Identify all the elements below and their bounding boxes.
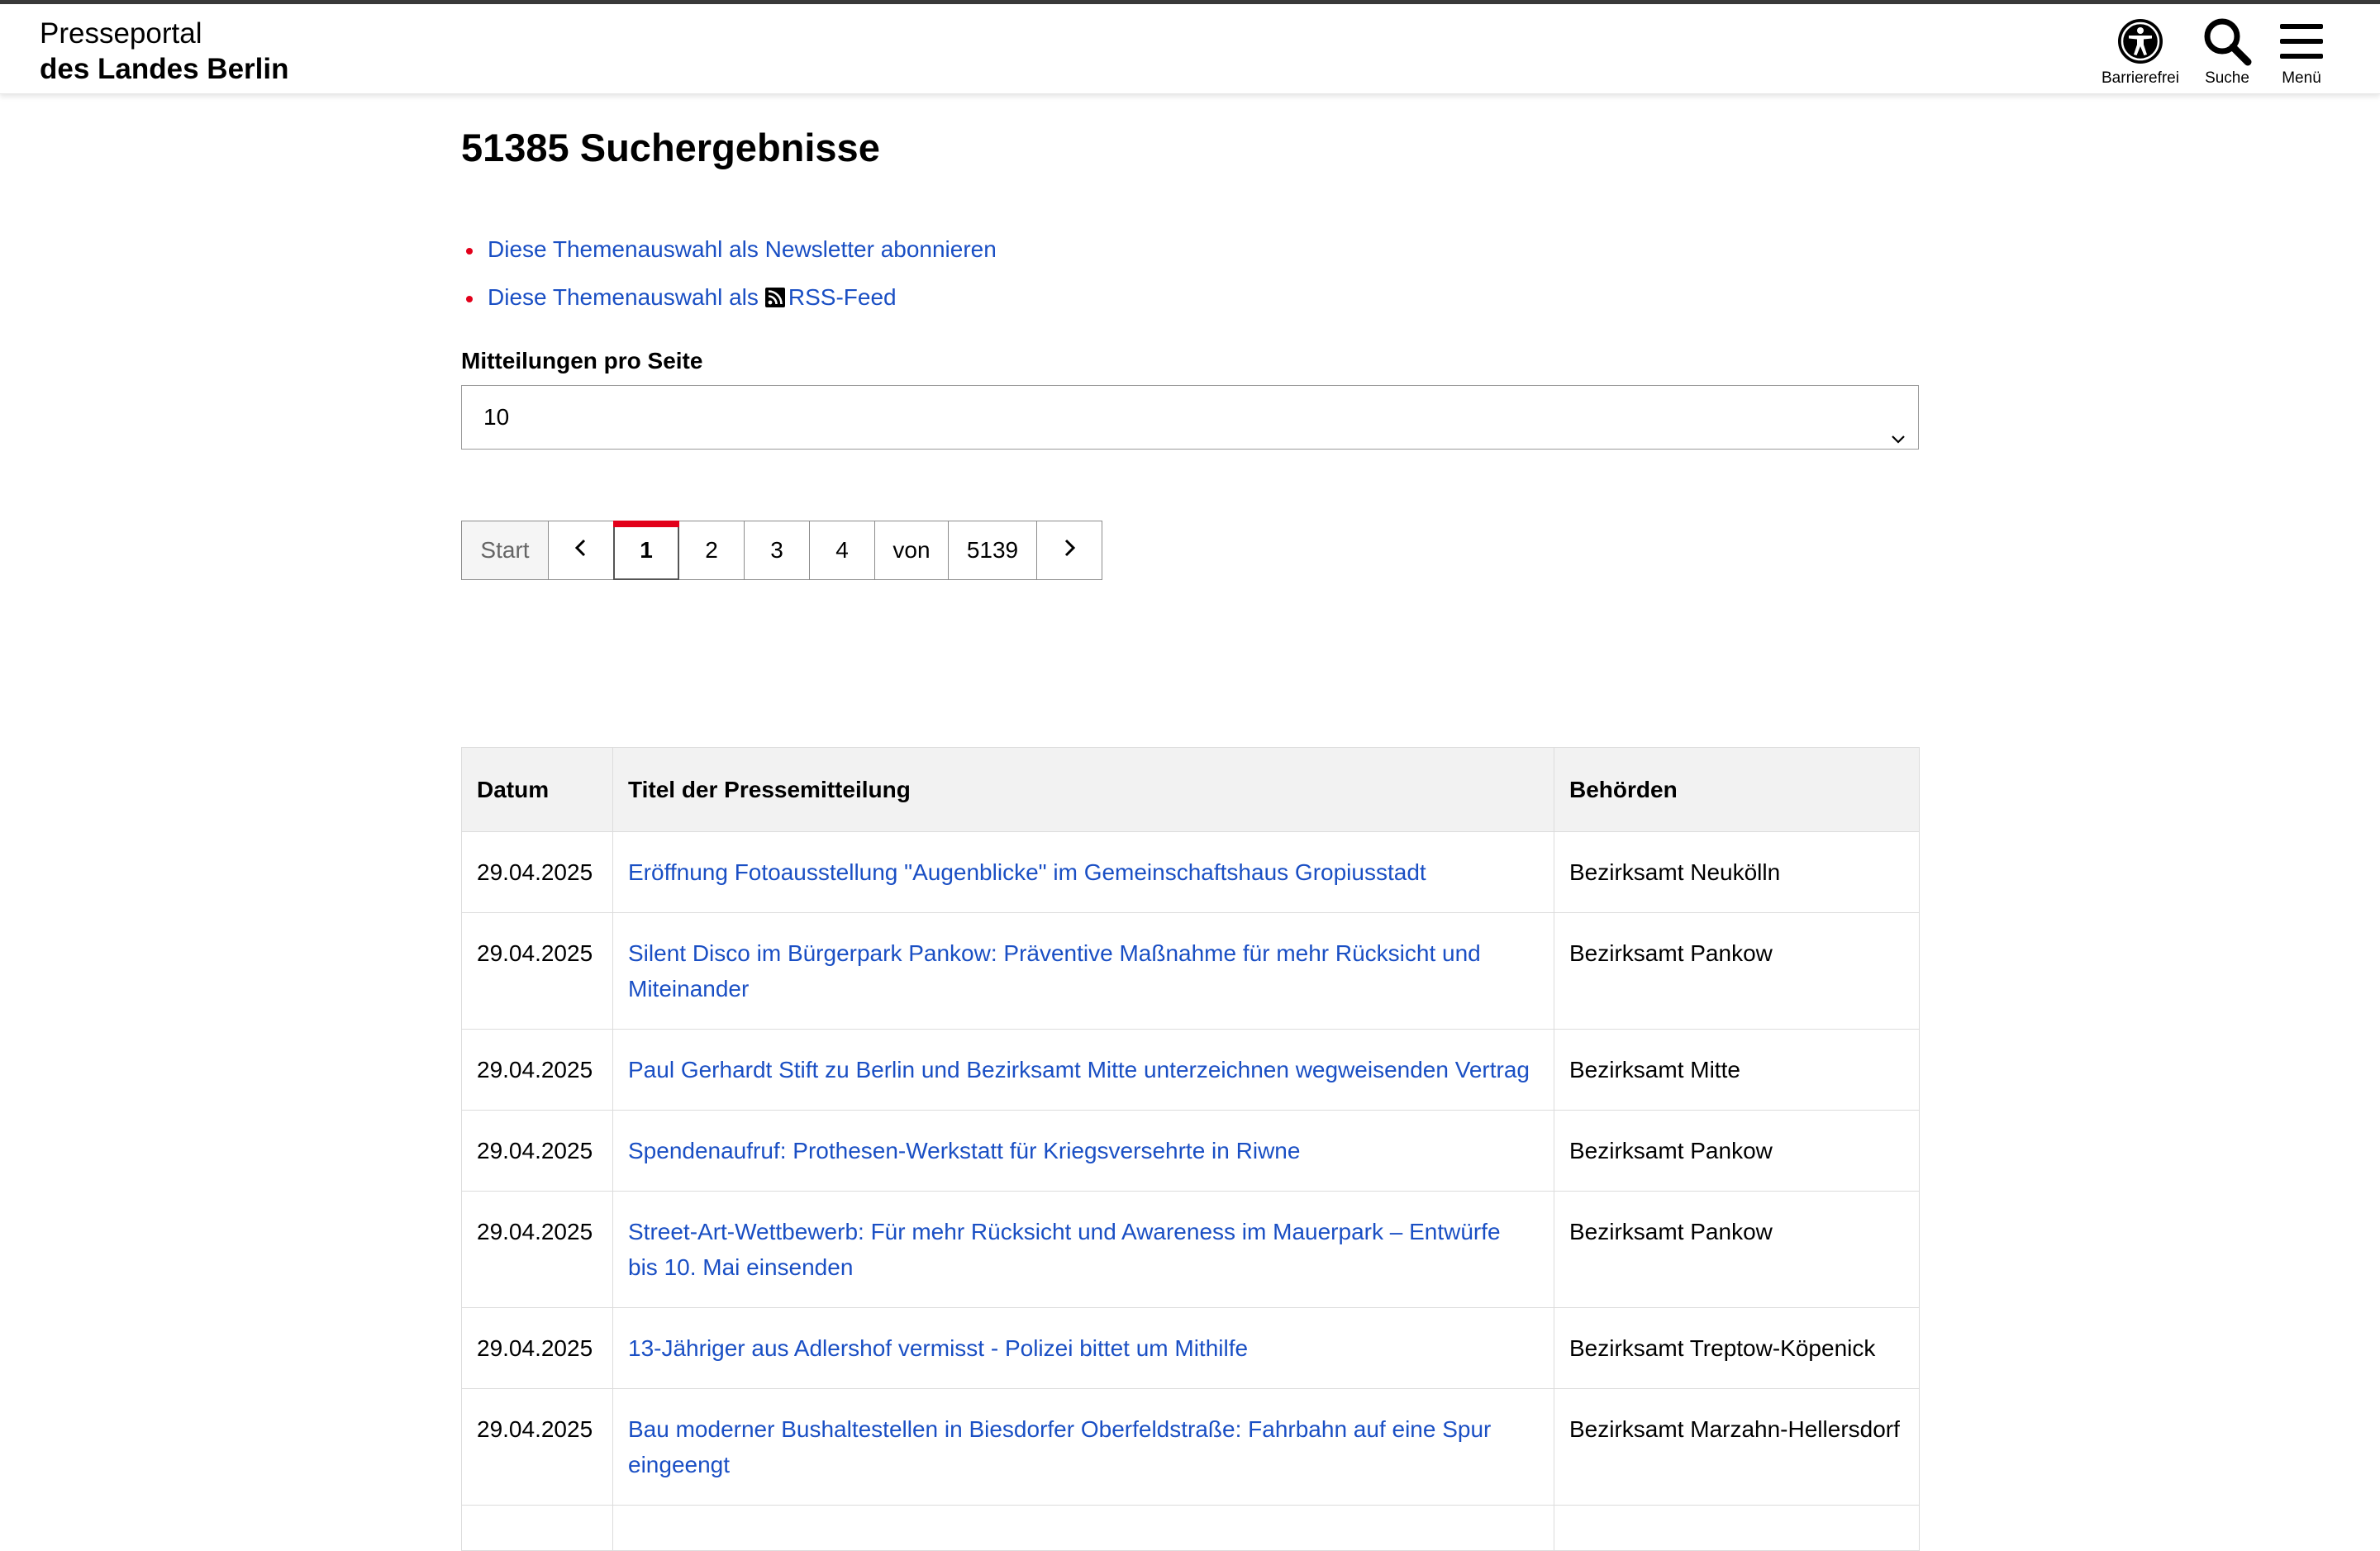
pagination-prev-button[interactable]: [548, 521, 614, 580]
row-title-cell: Bau moderner Bushaltestellen in Biesdorf…: [613, 1389, 1554, 1506]
row-office: Bezirksamt Mitte: [1554, 1030, 1920, 1111]
row-office: Bezirksamt Pankow: [1554, 1192, 1920, 1308]
rss-link-label: RSS-Feed: [788, 284, 897, 310]
row-date: 29.04.2025: [462, 1192, 613, 1308]
header-datum: Datum: [462, 748, 613, 832]
table-row: 29.04.2025 13-Jähriger aus Adlershof ver…: [462, 1308, 1920, 1389]
per-page-selected-value: 10: [483, 404, 509, 430]
pagination-page-1[interactable]: 1: [613, 521, 679, 580]
row-title-cell: Spendenaufruf: Prothesen-Werkstatt für K…: [613, 1111, 1554, 1192]
row-date: 29.04.2025: [462, 1389, 613, 1506]
row-title-cell: Street-Art-Wettbewerb: Für mehr Rücksich…: [613, 1192, 1554, 1308]
pagination-page-2[interactable]: 2: [678, 521, 745, 580]
table-row: 29.04.2025 Eröffnung Fotoausstellung "Au…: [462, 832, 1920, 913]
search-button[interactable]: Suche: [2186, 16, 2268, 88]
row-date: 29.04.2025: [462, 1111, 613, 1192]
page-title: 51385 Suchergebnisse: [461, 125, 880, 170]
logo-line-des-landes-berlin: des Landes Berlin: [40, 51, 288, 87]
accessibility-button[interactable]: Barrierefrei: [2095, 16, 2186, 88]
rss-feed-link[interactable]: Diese Themenauswahl als RSS-Feed: [488, 284, 897, 310]
chevron-right-icon: [1061, 537, 1078, 564]
row-office: [1554, 1506, 1920, 1551]
row-office: Bezirksamt Neukölln: [1554, 832, 1920, 913]
chevron-down-icon: [1890, 409, 1906, 472]
rss-icon: [765, 276, 785, 324]
pagination-start[interactable]: Start: [461, 521, 549, 580]
search-label: Suche: [2205, 69, 2249, 88]
list-item: Diese Themenauswahl als Newsletter abonn…: [461, 226, 997, 274]
press-release-link[interactable]: Spendenaufruf: Prothesen-Werkstatt für K…: [628, 1138, 1300, 1163]
pagination-page-3[interactable]: 3: [744, 521, 810, 580]
row-date: 29.04.2025: [462, 832, 613, 913]
press-release-link[interactable]: Paul Gerhardt Stift zu Berlin und Bezirk…: [628, 1057, 1530, 1082]
hamburger-menu-icon: [2280, 16, 2323, 67]
row-office: Bezirksamt Pankow: [1554, 1111, 1920, 1192]
row-title-cell: Paul Gerhardt Stift zu Berlin und Bezirk…: [613, 1030, 1554, 1111]
row-title-cell: Silent Disco im Bürgerpark Pankow: Präve…: [613, 913, 1554, 1030]
table-row: 29.04.2025 Silent Disco im Bürgerpark Pa…: [462, 913, 1920, 1030]
row-office: Bezirksamt Pankow: [1554, 913, 1920, 1030]
results-table: Datum Titel der Pressemitteilung Behörde…: [461, 747, 1920, 1551]
chevron-left-icon: [573, 537, 589, 564]
list-item: Diese Themenauswahl als RSS-Feed: [461, 274, 997, 321]
row-office: Bezirksamt Treptow-Köpenick: [1554, 1308, 1920, 1389]
accessibility-icon: [2116, 16, 2164, 67]
row-date: [462, 1506, 613, 1551]
pagination-von: von: [874, 521, 949, 580]
table-row: 29.04.2025 Bau moderner Bushaltestellen …: [462, 1389, 1920, 1506]
press-release-link[interactable]: Bau moderner Bushaltestellen in Biesdorf…: [628, 1416, 1491, 1477]
row-title-cell: [613, 1506, 1554, 1551]
rss-link-prefix: Diese Themenauswahl als: [488, 284, 759, 310]
row-title-cell: 13-Jähriger aus Adlershof vermisst - Pol…: [613, 1308, 1554, 1389]
per-page-label: Mitteilungen pro Seite: [461, 348, 702, 374]
logo-line-presseportal: Presseportal: [40, 16, 288, 51]
pagination-page-4[interactable]: 4: [809, 521, 875, 580]
row-date: 29.04.2025: [462, 1308, 613, 1389]
table-header-row: Datum Titel der Pressemitteilung Behörde…: [462, 748, 1920, 832]
per-page-select[interactable]: 10: [461, 385, 1919, 450]
table-row: [462, 1506, 1920, 1551]
search-icon: [2202, 16, 2253, 67]
row-office: Bezirksamt Marzahn-Hellersdorf: [1554, 1389, 1920, 1506]
site-header: Presseportal des Landes Berlin Barrieref…: [0, 4, 2380, 94]
accessibility-label: Barrierefrei: [2102, 69, 2179, 88]
table-row: 29.04.2025 Street-Art-Wettbewerb: Für me…: [462, 1192, 1920, 1308]
table-row: 29.04.2025 Spendenaufruf: Prothesen-Werk…: [462, 1111, 1920, 1192]
header-titel: Titel der Pressemitteilung: [613, 748, 1554, 832]
header-tools: Barrierefrei Suche Menü: [2095, 16, 2335, 88]
newsletter-link[interactable]: Diese Themenauswahl als Newsletter abonn…: [488, 236, 997, 262]
press-release-link[interactable]: 13-Jähriger aus Adlershof vermisst - Pol…: [628, 1335, 1248, 1361]
subscription-links: Diese Themenauswahl als Newsletter abonn…: [461, 226, 997, 321]
menu-button[interactable]: Menü: [2268, 16, 2335, 88]
menu-label: Menü: [2282, 69, 2321, 88]
pagination-next-button[interactable]: [1036, 521, 1102, 580]
press-release-link[interactable]: Silent Disco im Bürgerpark Pankow: Präve…: [628, 940, 1481, 1001]
row-title-cell: Eröffnung Fotoausstellung "Augenblicke" …: [613, 832, 1554, 913]
row-date: 29.04.2025: [462, 1030, 613, 1111]
press-release-link[interactable]: Street-Art-Wettbewerb: Für mehr Rücksich…: [628, 1219, 1501, 1280]
site-logo[interactable]: Presseportal des Landes Berlin: [40, 16, 288, 87]
pagination: Start 1 2 3 4 von 5139: [461, 521, 1102, 580]
press-release-link[interactable]: Eröffnung Fotoausstellung "Augenblicke" …: [628, 859, 1426, 885]
row-date: 29.04.2025: [462, 913, 613, 1030]
pagination-total-pages: 5139: [948, 521, 1037, 580]
header-behoerden: Behörden: [1554, 748, 1920, 832]
table-row: 29.04.2025 Paul Gerhardt Stift zu Berlin…: [462, 1030, 1920, 1111]
